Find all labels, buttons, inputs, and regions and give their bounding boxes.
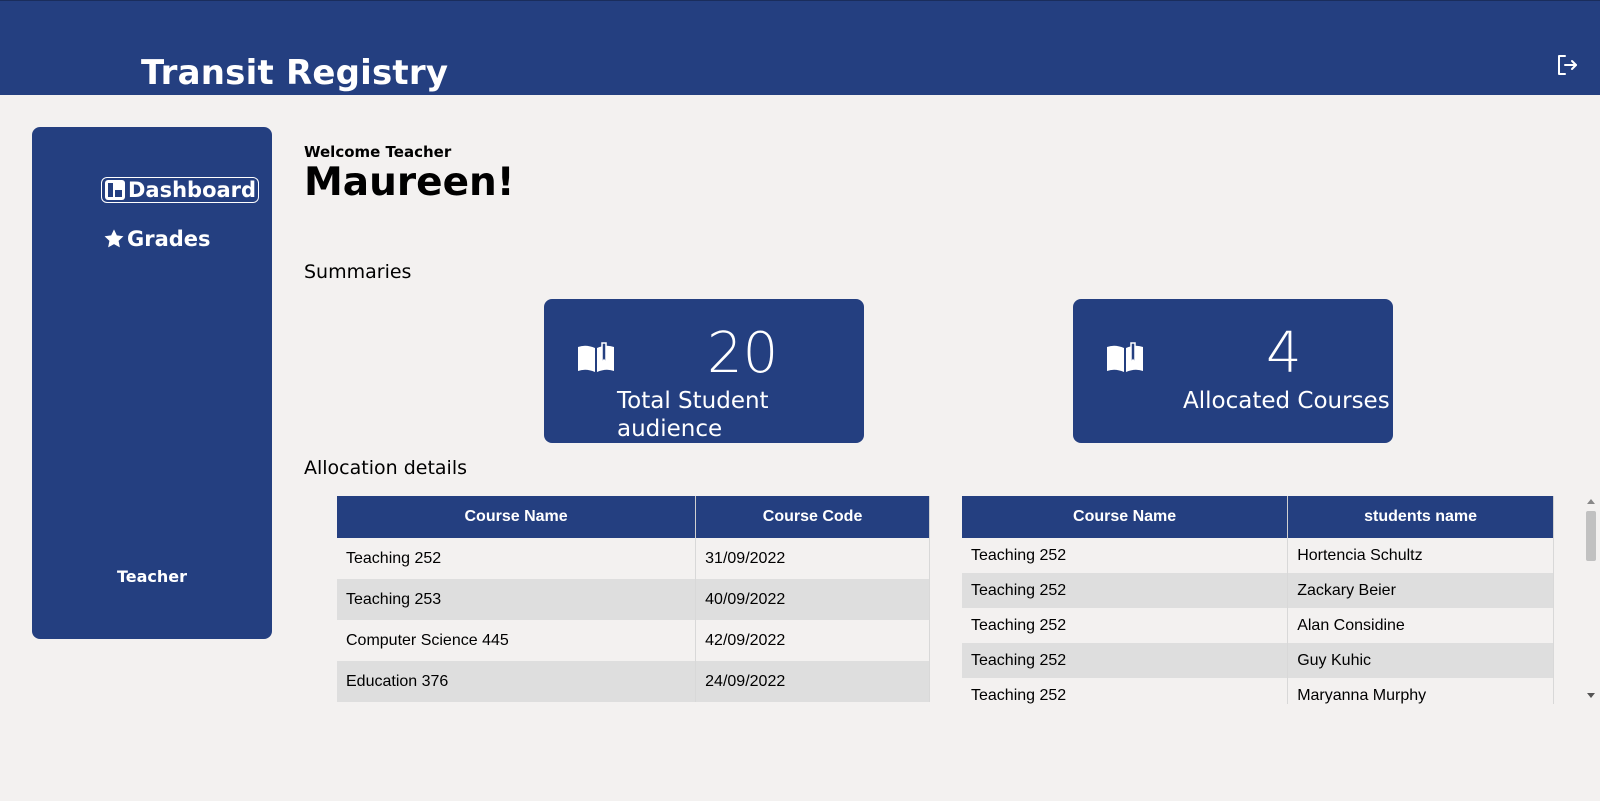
cell-course-name: Teaching 252 [962, 643, 1289, 678]
cell-student-name: Guy Kuhic [1287, 643, 1554, 678]
top-navbar: Transit Registry [0, 0, 1600, 95]
cell-student-name: Hortencia Schultz [1287, 538, 1554, 573]
cell-course-name: Education 376 [337, 661, 697, 702]
open-book-icon [578, 342, 614, 372]
cell-student-name: Maryanna Murphy [1287, 678, 1554, 704]
table-row[interactable]: Computer Science 445 42/09/2022 [337, 620, 930, 661]
column-header-course-name[interactable]: Course Name [962, 496, 1289, 538]
summary-card-value: 4 [1266, 321, 1302, 386]
sidebar-item-grades[interactable]: Grades [103, 227, 211, 251]
user-role: Teacher [116, 567, 188, 586]
logout-icon[interactable] [1555, 53, 1579, 77]
cell-student-name: Alan Considine [1287, 608, 1554, 643]
sidebar-item-label: Grades [127, 227, 211, 251]
table-row[interactable]: Teaching 253 40/09/2022 [337, 579, 930, 620]
cell-course-code: 40/09/2022 [695, 579, 930, 620]
app-title: Transit Registry [141, 53, 449, 93]
scroll-thumb[interactable] [1586, 511, 1596, 561]
user-name: Maureen! [304, 160, 515, 205]
cell-student-name: Zackary Beier [1287, 573, 1554, 608]
summary-card-label: Allocated Courses [1183, 388, 1390, 414]
cell-course-name: Teaching 252 [962, 573, 1289, 608]
students-table[interactable]: Course Name students name Teaching 252 H… [962, 496, 1554, 704]
cell-course-name: Teaching 252 [962, 538, 1289, 573]
table-row[interactable]: Teaching 252 31/09/2022 [337, 538, 930, 579]
cell-course-name: Teaching 252 [962, 608, 1289, 643]
table-header-row: Course Name Course Code [337, 496, 930, 538]
section-title-allocation: Allocation details [304, 457, 468, 479]
cell-course-name: Teaching 252 [962, 678, 1289, 704]
column-header-course-name[interactable]: Course Name [337, 496, 697, 538]
open-book-icon [1107, 342, 1143, 372]
column-header-course-code[interactable]: Course Code [695, 496, 930, 538]
sidebar-item-dashboard[interactable]: Dashboard [101, 177, 260, 203]
table-row[interactable]: Teaching 252 Maryanna Murphy [962, 678, 1554, 704]
cell-course-name: Computer Science 445 [337, 620, 697, 661]
cell-course-name: Teaching 253 [337, 579, 697, 620]
table-row[interactable]: Teaching 252 Guy Kuhic [962, 643, 1554, 678]
summary-card-students: 20 Total Student audience [544, 299, 864, 443]
cell-course-code: 24/09/2022 [695, 661, 930, 702]
scroll-down-arrow-icon[interactable] [1587, 693, 1595, 698]
star-icon [104, 229, 124, 248]
table-row[interactable]: Teaching 252 Alan Considine [962, 608, 1554, 643]
courses-table: Course Name Course Code Teaching 252 31/… [337, 496, 930, 704]
table-row[interactable]: Teaching 252 Hortencia Schultz [962, 538, 1554, 573]
table-row[interactable]: Education 376 24/09/2022 [337, 661, 930, 702]
sidebar-item-label: Dashboard [128, 178, 257, 202]
welcome-text: Welcome Teacher [304, 143, 452, 161]
summary-card-value: 20 [707, 321, 779, 386]
students-table-scrollbar[interactable] [1585, 499, 1597, 703]
dashboard-icon [105, 180, 125, 200]
column-header-student-name[interactable]: students name [1287, 496, 1554, 538]
summary-card-label: Total Student audience [617, 388, 769, 442]
section-title-summaries: Summaries [304, 261, 412, 283]
scroll-up-arrow-icon[interactable] [1587, 499, 1595, 504]
cell-course-code: 31/09/2022 [695, 538, 930, 579]
cell-course-name: Teaching 252 [337, 538, 697, 579]
sidebar: Dashboard Grades Teacher [32, 127, 272, 639]
summary-card-courses: 4 Allocated Courses [1073, 299, 1393, 443]
cell-course-code: 42/09/2022 [695, 620, 930, 661]
table-header-row: Course Name students name [962, 496, 1554, 538]
table-row[interactable]: Teaching 252 Zackary Beier [962, 573, 1554, 608]
